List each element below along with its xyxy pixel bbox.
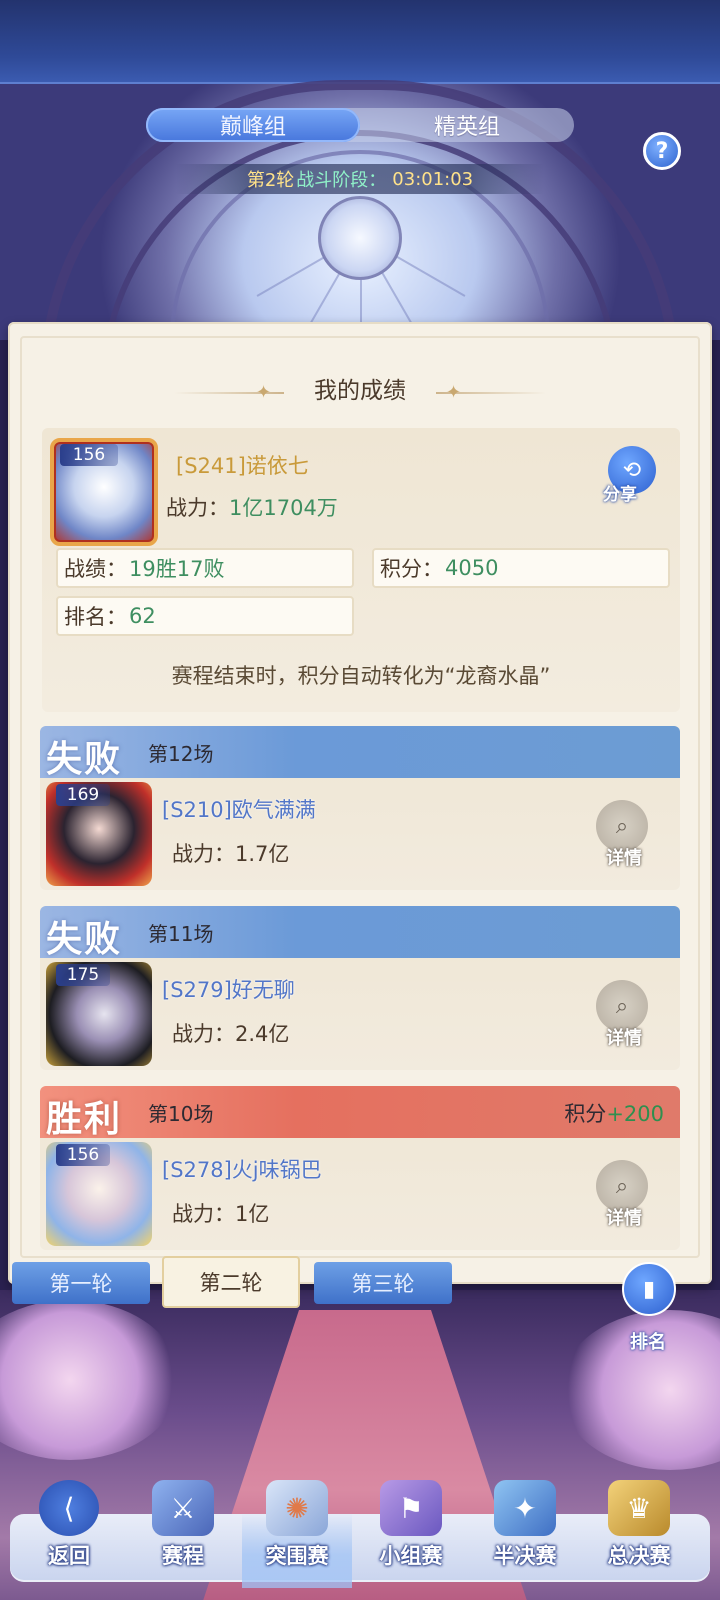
match-round: 第10场 <box>148 1102 214 1126</box>
final-icon: ♛ <box>608 1480 670 1536</box>
avatar-level: 156 <box>56 1144 110 1166</box>
opponent-avatar[interactable]: 175 <box>46 962 152 1066</box>
opponent-avatar[interactable]: 156 <box>46 1142 152 1246</box>
opponent-power: 战力：1.7亿 <box>172 842 290 866</box>
detail-button[interactable]: 详情 <box>596 844 652 870</box>
match-result: 失败 <box>46 918 123 960</box>
nav-back[interactable]: ⟨ 返回 <box>14 1480 124 1588</box>
back-icon: ⟨ <box>39 1480 99 1536</box>
conversion-note: 赛程结束时，积分自动转化为“龙裔水晶” <box>171 664 551 688</box>
schedule-icon: ⚔ <box>152 1480 214 1536</box>
tab-round-2[interactable]: 第二轮 <box>162 1256 300 1308</box>
match-header: 失败 第12场 <box>40 726 680 780</box>
tab-elite-group[interactable]: 精英组 <box>360 108 574 142</box>
match-header: 失败 第11场 <box>40 906 680 960</box>
phase-round: 第2轮 <box>246 170 295 191</box>
share-button[interactable]: 分享 <box>603 480 637 505</box>
match-header: 胜利 第10场 积分+200 <box>40 1086 680 1140</box>
rose-window-center <box>318 196 402 280</box>
match-row: 失败 第11场 175 [S279]好无聊 战力：2.4亿 ⌕ 详情 <box>40 906 680 1070</box>
avatar-level: 175 <box>56 964 110 986</box>
question-icon[interactable]: ? <box>643 132 681 170</box>
nav-semifinal[interactable]: ✦ 半决赛 <box>470 1480 580 1588</box>
semifinal-icon: ✦ <box>494 1480 556 1536</box>
opponent-power: 战力：2.4亿 <box>172 1022 290 1046</box>
match-round: 第11场 <box>148 922 214 946</box>
nav-breakout[interactable]: ✺ 突围赛 <box>242 1480 352 1588</box>
my-record-title: 我的成绩 <box>314 378 406 404</box>
group-stage-icon: ⚑ <box>380 1480 442 1536</box>
nav-final[interactable]: ♛ 总决赛 <box>584 1480 694 1588</box>
nav-group-stage[interactable]: ⚑ 小组赛 <box>356 1480 466 1588</box>
score-gain: 积分+200 <box>564 1102 664 1126</box>
avatar-level: 169 <box>56 784 110 806</box>
match-row: 胜利 第10场 积分+200 156 [S278]火j味锅巴 战力：1亿 ⌕ 详… <box>40 1086 680 1250</box>
match-round: 第12场 <box>148 742 214 766</box>
group-tabs: 巅峰组 精英组 <box>146 108 574 142</box>
my-power: 战力：1亿1704万 <box>166 496 338 520</box>
score-stat: 积分： 4050 <box>372 548 670 588</box>
phase-countdown: 03:01:03 <box>392 168 474 190</box>
tab-round-1[interactable]: 第一轮 <box>12 1262 150 1304</box>
tab-round-3[interactable]: 第三轮 <box>314 1262 452 1304</box>
phase-label: 战斗阶段： <box>296 170 387 191</box>
opponent-power: 战力：1亿 <box>172 1202 270 1226</box>
match-row: 失败 第12场 169 [S210]欧气满满 战力：1.7亿 ⌕ 详情 <box>40 726 680 890</box>
my-player-name: [S241]诺依七 <box>176 454 309 478</box>
bar-chart-icon[interactable]: ▮ <box>622 1262 676 1316</box>
detail-button[interactable]: 详情 <box>596 1024 652 1050</box>
record-stat: 战绩： 19胜17败 <box>56 548 354 588</box>
rank-stat: 排名： 62 <box>56 596 354 636</box>
opponent-name: [S279]好无聊 <box>162 978 295 1002</box>
opponent-avatar[interactable]: 169 <box>46 782 152 886</box>
tab-peak-group[interactable]: 巅峰组 <box>146 108 360 142</box>
opponent-name: [S278]火j味锅巴 <box>162 1158 322 1182</box>
avatar-level: 156 <box>60 444 118 466</box>
opponent-name: [S210]欧气满满 <box>162 798 316 822</box>
my-avatar[interactable]: 156 <box>50 438 158 546</box>
phase-timer: 第2轮 战斗阶段： 03:01:03 <box>176 164 544 194</box>
breakout-icon: ✺ <box>266 1480 328 1536</box>
rank-button[interactable]: 排名 <box>630 1328 666 1354</box>
top-banner <box>0 0 720 84</box>
match-result: 胜利 <box>46 1098 123 1140</box>
detail-button[interactable]: 详情 <box>596 1204 652 1230</box>
nav-schedule[interactable]: ⚔ 赛程 <box>128 1480 238 1588</box>
flower-decoration-left <box>0 1300 180 1460</box>
match-result: 失败 <box>46 738 123 780</box>
